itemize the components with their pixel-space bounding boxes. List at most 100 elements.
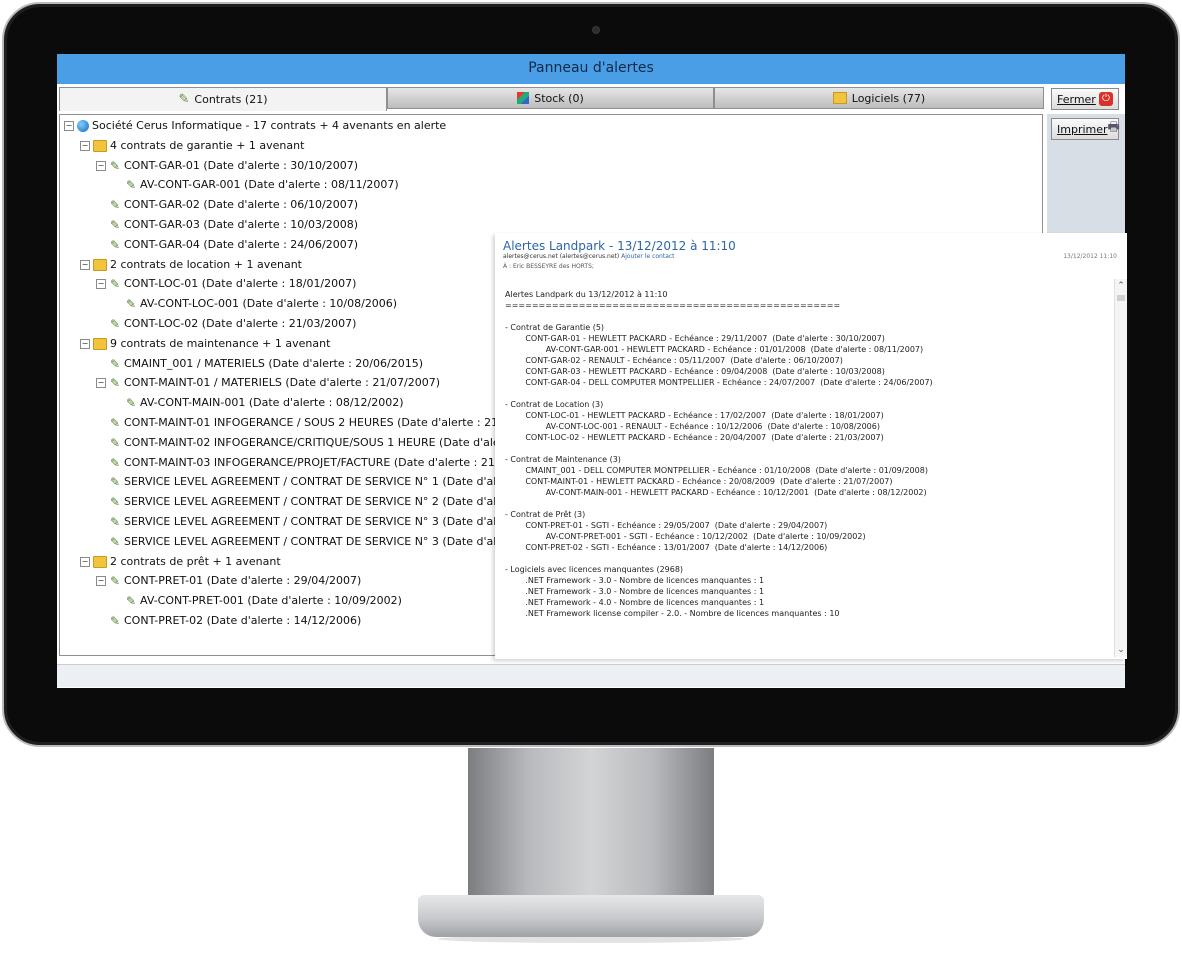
- scroll-thumb[interactable]: [1117, 295, 1125, 301]
- email-body-line: .NET Framework license compiler - 2.0. -…: [505, 609, 840, 618]
- pen-icon: ✎: [109, 277, 121, 292]
- collapse-toggle-icon[interactable]: −: [80, 556, 90, 567]
- monitor-base: [418, 895, 764, 937]
- email-scrollbar[interactable]: ⌃ ⌄: [1114, 279, 1127, 657]
- email-subject: Alertes Landpark - 13/12/2012 à 11:10: [503, 239, 736, 253]
- pen-icon: ✎: [109, 416, 121, 430]
- tree-node-label: AV-CONT-PRET-001 (Date d'alerte : 10/09/…: [140, 594, 402, 608]
- tree-node-label: AV-CONT-LOC-001 (Date d'alerte : 10/08/2…: [140, 297, 398, 311]
- tree-node[interactable]: − ✎ CONT-LOC-01 (Date d'alerte : 18/01/200…: [96, 275, 356, 293]
- tree-node-label: CONT-LOC-01 (Date d'alerte : 18/01/2007): [124, 277, 357, 291]
- tree-node-label: 2 contrats de prêt + 1 avenant: [110, 554, 281, 568]
- collapse-toggle-icon[interactable]: −: [96, 160, 106, 171]
- tree-node[interactable]: ✎ CONT-MAINT-01 INFOGERANCE / SOUS 2 HEUR…: [96, 414, 552, 432]
- email-body-line: - Contrat de Garantie (5): [505, 323, 605, 332]
- collapse-toggle-icon[interactable]: −: [96, 279, 106, 290]
- tree-node[interactable]: − ✎ CONT-GAR-01 (Date d'alerte : 30/10/200…: [96, 157, 358, 175]
- email-body-line: Alertes Landpark du 13/12/2012 à 11:10: [505, 290, 668, 299]
- pen-icon: ✎: [109, 614, 121, 628]
- email-body-line: CONT-PRET-01 - SGTI - Echéance : 29/05/2…: [505, 521, 828, 530]
- pen-icon: ✎: [109, 356, 121, 371]
- tree-node-label: 4 contrats de garantie + 1 avenant: [110, 138, 305, 152]
- email-body-line: [505, 553, 1105, 564]
- tree-node[interactable]: ✎ CONT-PRET-02 (Date d'alerte : 14/12/200…: [96, 612, 361, 630]
- tree-node[interactable]: − 2 contrats de prêt + 1 avenant: [80, 553, 281, 571]
- email-body-line: ========================================…: [505, 301, 841, 310]
- email-sender: alertes@cerus.net (alertes@cerus.net) Aj…: [503, 253, 675, 260]
- email-recipient: À : Eric BESSEYRE des HORTS;: [503, 263, 594, 270]
- tree-node[interactable]: − ✎ CONT-PRET-01 (Date d'alerte : 29/04/20…: [96, 572, 361, 590]
- tree-node-label: Société Cerus Informatique - 17 contrats…: [92, 119, 447, 132]
- email-body-line: [505, 311, 1105, 322]
- email-body-line: - Contrat de Location (3): [505, 400, 604, 409]
- tree-node[interactable]: − Société Cerus Informatique - 17 contrat…: [64, 117, 446, 135]
- collapse-toggle-icon[interactable]: −: [80, 140, 90, 151]
- pen-icon: ✎: [109, 376, 121, 391]
- folder-icon: [93, 555, 107, 568]
- status-bar: [57, 664, 1125, 687]
- tree-node[interactable]: ✎ CONT-MAINT-03 INFOGERANCE/PROJET/FACTUR…: [96, 454, 549, 472]
- pen-icon: ✎: [109, 455, 121, 470]
- tree-node-label: CONT-MAINT-01 INFOGERANCE / SOUS 2 HEURE…: [124, 416, 552, 429]
- tree-node-label: 2 contrats de location + 1 avenant: [110, 257, 302, 271]
- scroll-down-icon[interactable]: ⌄: [1116, 645, 1126, 655]
- folder-icon: [93, 139, 107, 152]
- print-button-label: Imprimer: [1057, 122, 1108, 136]
- pen-icon: ✎: [109, 435, 121, 450]
- tab-bar: ✎ Contrats (21) Stock (0) Logiciels (77): [59, 87, 1044, 111]
- tree-node[interactable]: ✎ CONT-LOC-02 (Date d'alerte : 21/03/2007…: [96, 315, 356, 333]
- email-body-line: [505, 388, 1105, 399]
- tree-node[interactable]: ✎ AV-CONT-PRET-001 (Date d'alerte : 10/09…: [112, 592, 402, 610]
- tree-node[interactable]: ✎ AV-CONT-GAR-001 (Date d'alerte : 08/11/…: [112, 176, 399, 194]
- window-title: Panneau d'alertes: [57, 54, 1125, 84]
- pen-icon: ✎: [178, 92, 190, 107]
- close-button[interactable]: Fermer ⏻: [1051, 88, 1119, 110]
- email-body: Alertes Landpark du 13/12/2012 à 11:10 ==…: [505, 289, 1105, 657]
- monitor-stand: [468, 748, 714, 898]
- pen-icon: ✎: [125, 396, 137, 411]
- pen-icon: ✎: [125, 178, 137, 193]
- scroll-up-icon[interactable]: ⌃: [1116, 281, 1126, 291]
- email-body-line: CONT-GAR-04 - DELL COMPUTER MONTPELLIER …: [505, 378, 933, 387]
- tree-node[interactable]: ✎ CONT-GAR-03 (Date d'alerte : 10/03/2008…: [96, 216, 358, 234]
- collapse-toggle-icon[interactable]: −: [96, 378, 106, 389]
- tab-label: Stock (0): [534, 91, 584, 105]
- collapse-toggle-icon[interactable]: −: [80, 338, 90, 349]
- email-body-line: .NET Framework - 4.0 - Nombre de licence…: [505, 598, 765, 607]
- collapse-toggle-icon[interactable]: −: [80, 259, 90, 270]
- email-body-line: CONT-LOC-02 - HEWLETT PACKARD - Echéance…: [505, 433, 884, 442]
- tab-stock[interactable]: Stock (0): [387, 87, 714, 109]
- email-body-line: CONT-LOC-01 - HEWLETT PACKARD - Echéance…: [505, 411, 884, 420]
- folder-icon: [93, 258, 107, 271]
- tree-node-label: AV-CONT-MAIN-001 (Date d'alerte : 08/12/…: [140, 396, 404, 410]
- tree-node[interactable]: − 4 contrats de garantie + 1 avenant: [80, 137, 304, 155]
- email-date: 13/12/2012 11:10: [1063, 253, 1117, 260]
- collapse-toggle-icon[interactable]: −: [96, 576, 106, 587]
- tree-node-label: CONT-GAR-02 (Date d'alerte : 06/10/2007): [124, 198, 359, 212]
- tree-node[interactable]: ✎ CONT-GAR-02 (Date d'alerte : 06/10/2007…: [96, 196, 358, 214]
- email-body-line: CONT-MAINT-01 - HEWLETT PACKARD - Echéan…: [505, 477, 893, 486]
- tree-node[interactable]: − ✎ CONT-MAINT-01 / MATERIELS (Date d'aler…: [96, 374, 440, 392]
- close-button-label: Fermer: [1057, 92, 1096, 106]
- tree-node-label: CONT-GAR-01 (Date d'alerte : 30/10/2007): [124, 158, 359, 172]
- collapse-toggle-icon[interactable]: −: [64, 121, 74, 131]
- add-contact-link[interactable]: Ajouter le contact: [621, 253, 674, 260]
- tree-node[interactable]: ✎ AV-CONT-MAIN-001 (Date d'alerte : 08/12…: [112, 394, 404, 412]
- pen-icon: ✎: [109, 515, 121, 529]
- tree-node-label: CMAINT_001 / MATERIELS (Date d'alerte : …: [124, 356, 424, 370]
- print-button[interactable]: Imprimer 🖶: [1051, 118, 1120, 140]
- tree-node[interactable]: ✎ AV-CONT-LOC-001 (Date d'alerte : 10/08/…: [112, 295, 397, 313]
- tree-node[interactable]: − 9 contrats de maintenance + 1 avenant: [80, 335, 330, 353]
- tree-node[interactable]: ✎ CMAINT_001 / MATERIELS (Date d'alerte :…: [96, 355, 423, 373]
- tree-node[interactable]: ✎ CONT-GAR-04 (Date d'alerte : 24/06/2007…: [96, 236, 358, 254]
- tree-node[interactable]: − 2 contrats de location + 1 avenant: [80, 256, 302, 274]
- tree-node-label: CONT-GAR-04 (Date d'alerte : 24/06/2007): [124, 237, 359, 251]
- pen-icon: ✎: [109, 317, 121, 331]
- tab-contrats[interactable]: ✎ Contrats (21): [59, 87, 387, 111]
- tree-node-label: CONT-LOC-02 (Date d'alerte : 21/03/2007): [124, 317, 357, 330]
- email-body-line: CONT-GAR-01 - HEWLETT PACKARD - Echéance…: [505, 334, 885, 343]
- tab-label: Contrats (21): [194, 93, 268, 106]
- tab-logiciels[interactable]: Logiciels (77): [714, 87, 1044, 109]
- email-body-line: AV-CONT-LOC-001 - RENAULT - Echéance : 1…: [505, 422, 880, 431]
- email-body-line: CONT-GAR-03 - HEWLETT PACKARD - Echéance…: [505, 367, 885, 376]
